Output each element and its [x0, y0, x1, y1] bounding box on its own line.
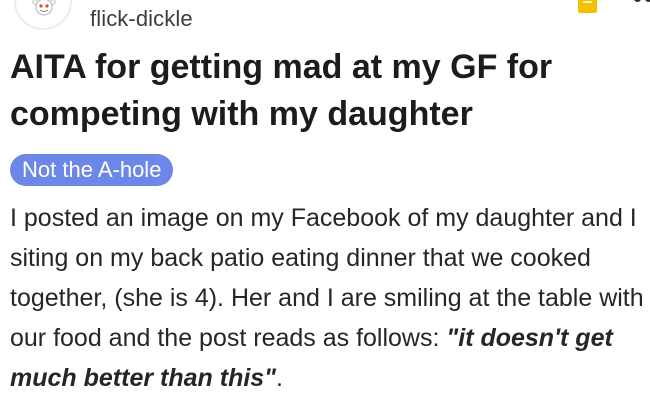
snoo-avatar-icon [32, 0, 56, 16]
post-flair[interactable]: Not the A-hole [10, 154, 174, 186]
post-author[interactable]: flick-dickle [90, 6, 193, 32]
user-avatar[interactable] [14, 0, 72, 30]
more-options-icon[interactable] [634, 0, 650, 7]
award-icon[interactable] [578, 0, 597, 13]
post-body-end: . [276, 364, 283, 392]
post-title[interactable]: AITA for getting mad at my GF for compet… [10, 44, 640, 138]
post-body: I posted an image on my Facebook of my d… [10, 198, 650, 398]
